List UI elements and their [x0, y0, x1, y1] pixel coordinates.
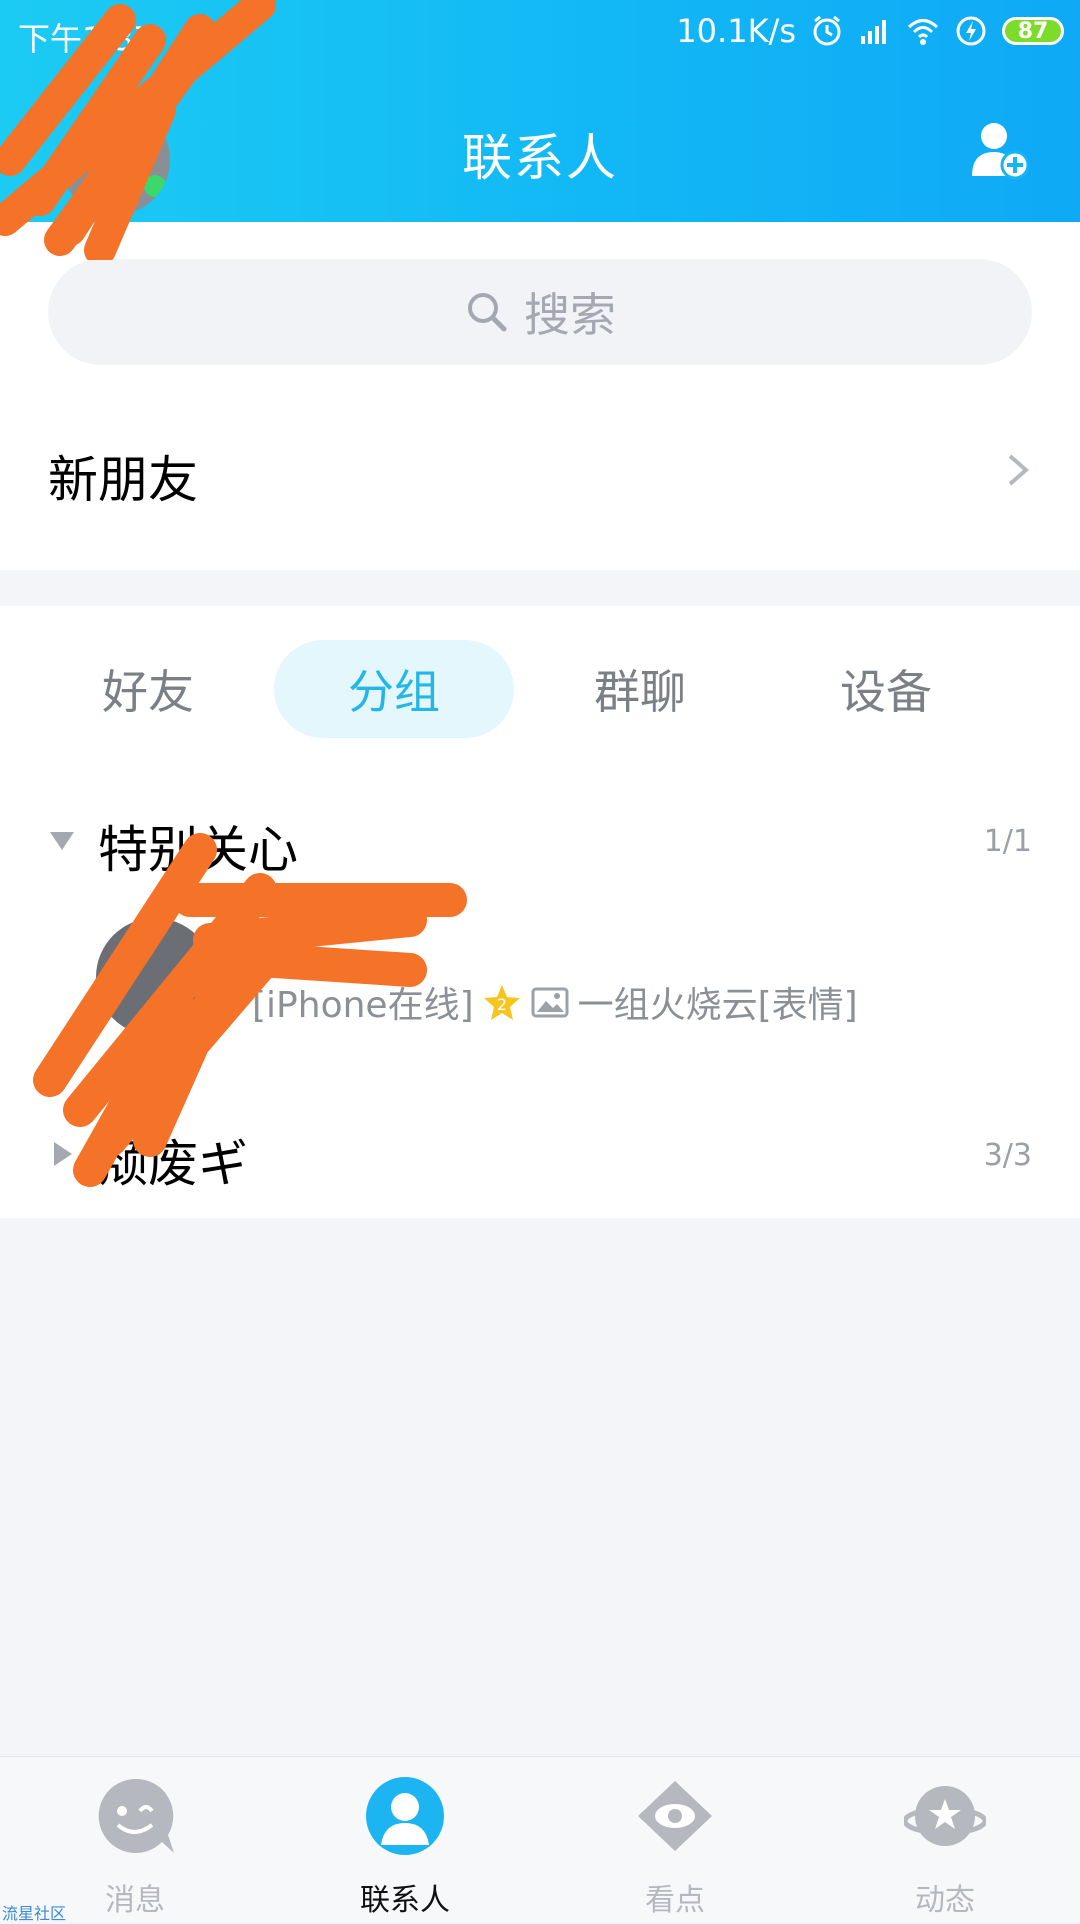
- tabbar-label: 联系人: [360, 1883, 450, 1918]
- charging-icon: [956, 16, 986, 46]
- status-time: 下午1:37: [18, 20, 154, 58]
- tab-groups[interactable]: 分组: [274, 640, 514, 738]
- group-count: 3/3: [983, 1138, 1032, 1173]
- group-name: 特别关心: [98, 821, 298, 879]
- tabbar-item-watch[interactable]: 看点: [540, 1775, 810, 1918]
- search-input[interactable]: 搜索: [48, 259, 1032, 365]
- contact-name: ·掠: [252, 924, 305, 970]
- star-badge-icon: 2: [483, 985, 520, 1020]
- contact-signature: 一组火烧云[表情]: [577, 985, 858, 1026]
- search-icon: [468, 293, 507, 332]
- new-friends-row[interactable]: 新朋友: [0, 400, 1080, 534]
- chevron-right-icon: [1008, 454, 1030, 486]
- group-row-decadent[interactable]: 颓废ギ 3/3: [0, 1116, 1080, 1196]
- status-bar: 下午1:37 10.1K/s 87: [0, 0, 1080, 74]
- contact-avatar: [96, 918, 214, 1036]
- net-speed: 10.1K/s: [676, 12, 796, 50]
- search-placeholder: 搜索: [524, 288, 616, 342]
- group-name: 颓废ギ: [98, 1135, 248, 1193]
- svg-text:2: 2: [497, 995, 507, 1014]
- planet-star-icon: [904, 1786, 986, 1846]
- contacts-icon: [366, 1777, 444, 1855]
- eye-icon: [638, 1781, 712, 1851]
- tabbar-label: 动态: [915, 1883, 975, 1918]
- new-friends-label: 新朋友: [48, 451, 198, 509]
- group-row-special-care[interactable]: 特别关心 1/1: [0, 802, 1080, 882]
- tabbar-item-moments[interactable]: 动态: [810, 1775, 1080, 1918]
- contacts-list-card: 好友 分组 群聊 设备 特别关心 1/1 ·掠 [iPhone在线] 2 一组火…: [0, 606, 1080, 1218]
- watermark: 流星社区: [2, 1904, 67, 1923]
- contact-online-status: [iPhone在线]: [252, 985, 474, 1026]
- add-contact-icon[interactable]: [968, 118, 1030, 180]
- contact-row[interactable]: ·掠 [iPhone在线] 2 一组火烧云[表情]: [0, 896, 1080, 1056]
- tabbar-item-contacts[interactable]: 联系人: [270, 1775, 540, 1918]
- search-section: 搜索 新朋友: [0, 222, 1080, 570]
- group-count: 1/1: [983, 824, 1032, 859]
- wifi-icon: [907, 19, 939, 45]
- page-title: 联系人: [462, 129, 618, 187]
- tabbar-label: 看点: [645, 1883, 705, 1918]
- triangle-down-icon: [50, 832, 74, 850]
- header: 下午1:37 10.1K/s 87 联系人: [0, 0, 1080, 222]
- segment-tabs: 好友 分组 群聊 设备: [0, 640, 1080, 738]
- image-icon: [531, 987, 569, 1018]
- tabbar-item-messages[interactable]: 消息: [0, 1775, 270, 1918]
- tab-devices[interactable]: 设备: [766, 640, 1006, 738]
- signal-icon: [861, 20, 886, 44]
- bottom-tab-bar: 消息 联系人 看点 动态: [0, 1756, 1080, 1921]
- battery-icon: 87: [1002, 17, 1064, 45]
- message-icon: [98, 1778, 174, 1853]
- tab-friends[interactable]: 好友: [28, 640, 268, 738]
- triangle-right-icon: [54, 1142, 72, 1166]
- alarm-icon: [813, 15, 841, 46]
- contact-subtitle: [iPhone在线] 2 一组火烧云[表情]: [252, 976, 858, 1028]
- status-right: 10.1K/s 87: [676, 12, 1064, 50]
- tab-group-chats[interactable]: 群聊: [520, 640, 760, 738]
